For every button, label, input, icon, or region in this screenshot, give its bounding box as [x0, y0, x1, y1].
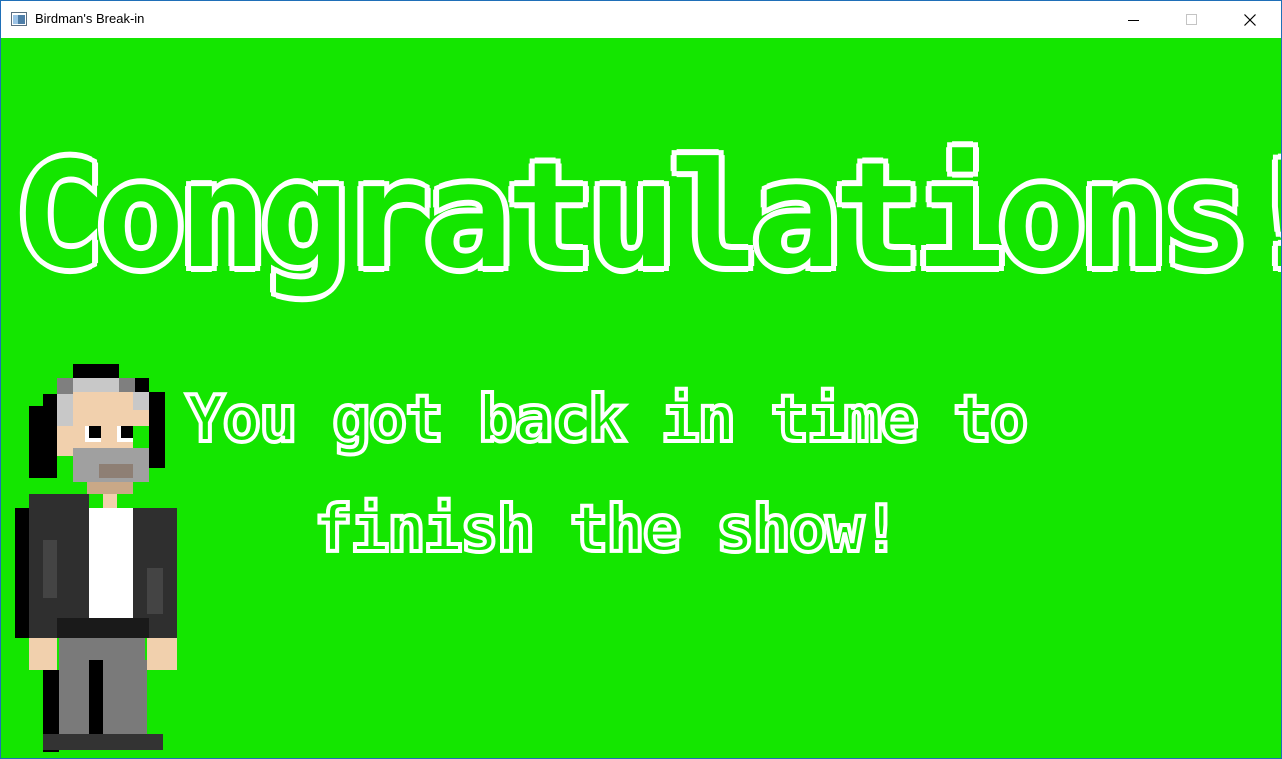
maximize-icon: [1186, 14, 1197, 25]
close-button[interactable]: [1221, 1, 1279, 38]
message-line-1-text: You got back in time to: [184, 383, 1030, 457]
minimize-button[interactable]: [1105, 1, 1163, 38]
birdman-character-sprite: [15, 364, 177, 752]
game-screen: Congratulations! You got back in time to…: [1, 38, 1281, 758]
app-window-icon: [11, 12, 27, 26]
app-window: Birdman's Break-in Congratulations! You …: [0, 0, 1282, 759]
message-line-2: finish the show!: [312, 496, 902, 564]
message-line-2-text: finish the show!: [312, 493, 902, 567]
message-line-1: You got back in time to: [184, 386, 1030, 454]
window-title: Birdman's Break-in: [35, 11, 145, 26]
minimize-icon: [1128, 20, 1139, 21]
headline-text: Congratulations!: [10, 131, 1281, 301]
congratulations-headline: Congratulations!: [10, 138, 1281, 294]
title-bar[interactable]: Birdman's Break-in: [1, 1, 1281, 38]
close-icon: [1244, 14, 1256, 26]
maximize-button[interactable]: [1163, 1, 1221, 38]
